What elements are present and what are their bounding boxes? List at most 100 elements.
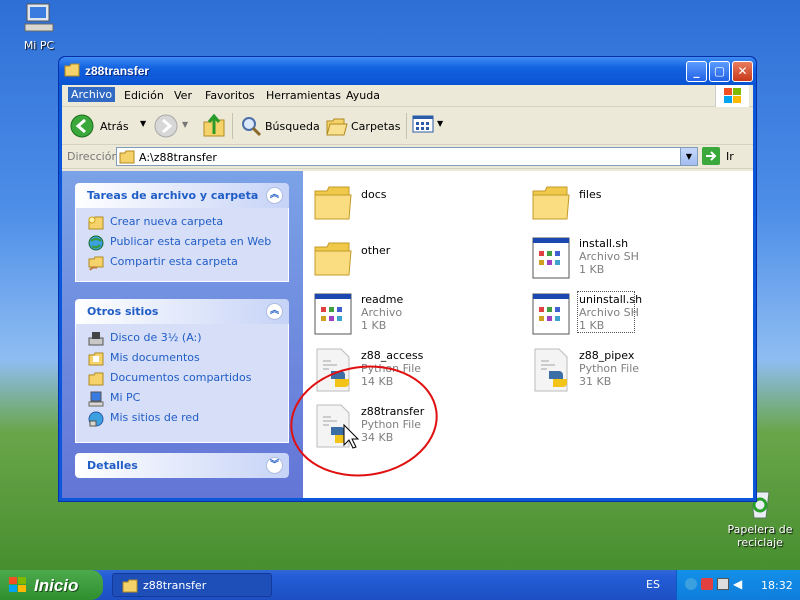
task-publish-web[interactable]: Publicar esta carpeta en Web [88, 235, 288, 255]
folder-icon [532, 186, 570, 220]
computer-icon [88, 391, 104, 407]
task-label: Publicar esta carpeta en Web [110, 235, 272, 248]
menu-favoritos[interactable]: Favoritos [205, 89, 255, 102]
file-item[interactable]: other [313, 235, 513, 285]
go-button[interactable]: Ir [702, 147, 752, 167]
file-item[interactable]: readme Archivo 1 KB [313, 291, 513, 341]
file-kind: Python File [361, 418, 422, 431]
desktop-icon-label: Papelera de reciclaje [727, 523, 793, 549]
file-size: 1 KB [361, 319, 387, 332]
share-folder-icon [88, 256, 104, 271]
address-bar: Dirección A:\z88transfer ▼ Ir [62, 145, 753, 169]
place-label: Mis sitios de red [110, 411, 200, 424]
folders-button[interactable]: Carpetas [324, 113, 400, 139]
menu-herramientas[interactable]: Herramientas [266, 89, 341, 102]
tray-volume-icon[interactable]: ◀ [733, 577, 742, 591]
menu-ver[interactable]: Ver [174, 89, 192, 102]
address-input[interactable]: A:\z88transfer ▼ [116, 147, 698, 166]
clock: 18:32 [761, 579, 793, 592]
file-kind: Archivo [361, 306, 403, 319]
address-dropdown-button[interactable]: ▼ [680, 148, 697, 165]
title-bar[interactable]: z88transfer _ ▢ ✕ [59, 57, 756, 85]
file-name: z88transfer [361, 405, 425, 418]
file-item[interactable]: z88_pipex Python File 31 KB [531, 347, 731, 397]
file-item[interactable]: z88_access Python File 14 KB [313, 347, 513, 397]
folders-icon [326, 118, 348, 136]
file-item[interactable]: install.sh Archivo SH 1 KB [531, 235, 731, 285]
place-shared-documents[interactable]: Documentos compartidos [88, 371, 288, 391]
collapse-icon[interactable]: ︽ [266, 187, 283, 204]
views-button[interactable]: ▼ [412, 115, 446, 137]
file-item[interactable]: z88transfer Python File 34 KB [313, 403, 513, 453]
file-item[interactable]: files [531, 179, 731, 229]
tray-network-icon[interactable] [685, 578, 697, 590]
place-label: Mis documentos [110, 351, 200, 364]
task-new-folder[interactable]: Crear nueva carpeta [88, 215, 288, 235]
file-name: uninstall.sh [579, 293, 643, 306]
menu-ayuda[interactable]: Ayuda [346, 89, 380, 102]
collapse-icon[interactable]: ︽ [266, 303, 283, 320]
tasks-panel-header[interactable]: Tareas de archivo y carpeta ︽ [75, 183, 289, 208]
file-size: 31 KB [579, 375, 612, 388]
file-name: z88_pipex [579, 349, 635, 362]
expand-icon[interactable]: ︾ [266, 457, 283, 474]
tray-security-icon[interactable] [701, 578, 713, 590]
menu-edicion[interactable]: Edición [124, 89, 164, 102]
place-floppy-drive[interactable]: Disco de 3½ (A:) [88, 331, 288, 351]
minimize-button[interactable]: _ [686, 61, 707, 82]
start-label: Inicio [34, 576, 79, 595]
views-icon [412, 115, 434, 133]
folder-icon [64, 63, 80, 77]
network-icon [88, 411, 104, 427]
forward-arrow-icon[interactable] [154, 114, 178, 138]
file-name: files [579, 188, 602, 201]
place-my-documents[interactable]: Mis documentos [88, 351, 288, 371]
separator [232, 113, 233, 139]
back-button[interactable]: Atrás ▼ [68, 113, 150, 139]
file-name: z88_access [361, 349, 424, 362]
chevron-down-icon[interactable]: ▼ [182, 120, 188, 129]
place-label: Disco de 3½ (A:) [110, 331, 202, 344]
menu-archivo[interactable]: Archivo [68, 87, 116, 102]
file-kind: Python File [579, 362, 640, 375]
place-my-computer[interactable]: Mi PC [88, 391, 288, 411]
window-title: z88transfer [85, 64, 150, 78]
task-share-folder[interactable]: Compartir esta carpeta [88, 255, 288, 275]
file-name: install.sh [579, 237, 629, 250]
search-label: Búsqueda [265, 120, 320, 133]
folders-label: Carpetas [351, 120, 401, 133]
taskbar-window-button[interactable]: z88transfer [112, 573, 272, 597]
search-button[interactable]: Búsqueda [238, 113, 320, 139]
other-places-header[interactable]: Otros sitios ︽ [75, 299, 289, 324]
file-size: 1 KB [579, 319, 605, 332]
file-item[interactable]: uninstall.sh Archivo SH 1 KB [531, 291, 731, 341]
language-indicator[interactable]: ES [646, 578, 660, 591]
details-header[interactable]: Detalles ︾ [75, 453, 289, 478]
document-window-icon [532, 237, 570, 279]
back-label: Atrás [100, 120, 129, 133]
file-item[interactable]: docs [313, 179, 513, 229]
close-button[interactable]: ✕ [732, 61, 753, 82]
python-file-icon [316, 404, 350, 448]
up-folder-icon[interactable] [202, 114, 226, 138]
taskbar-window-label: z88transfer [143, 579, 207, 592]
maximize-button[interactable]: ▢ [709, 61, 730, 82]
desktop-icon-label: Mi PC [23, 39, 55, 52]
desktop-icon-mi-pc[interactable]: Mi PC [4, 2, 74, 52]
chevron-down-icon: ▼ [437, 119, 444, 128]
python-file-icon [316, 348, 350, 392]
separator [406, 113, 407, 139]
file-name: other [361, 244, 391, 257]
globe-icon [88, 235, 104, 251]
new-folder-icon [88, 216, 104, 230]
file-size: 34 KB [361, 431, 394, 444]
chevron-down-icon[interactable]: ▼ [140, 119, 146, 128]
computer-icon [24, 3, 54, 32]
details-title: Detalles [87, 459, 138, 472]
start-button[interactable]: Inicio [0, 570, 103, 600]
tray-monitor-icon[interactable] [717, 578, 729, 590]
file-kind: Python File [361, 362, 422, 375]
system-tray: ◀ 18:32 [676, 570, 800, 600]
go-label: Ir [726, 150, 734, 163]
place-network[interactable]: Mis sitios de red [88, 411, 288, 431]
